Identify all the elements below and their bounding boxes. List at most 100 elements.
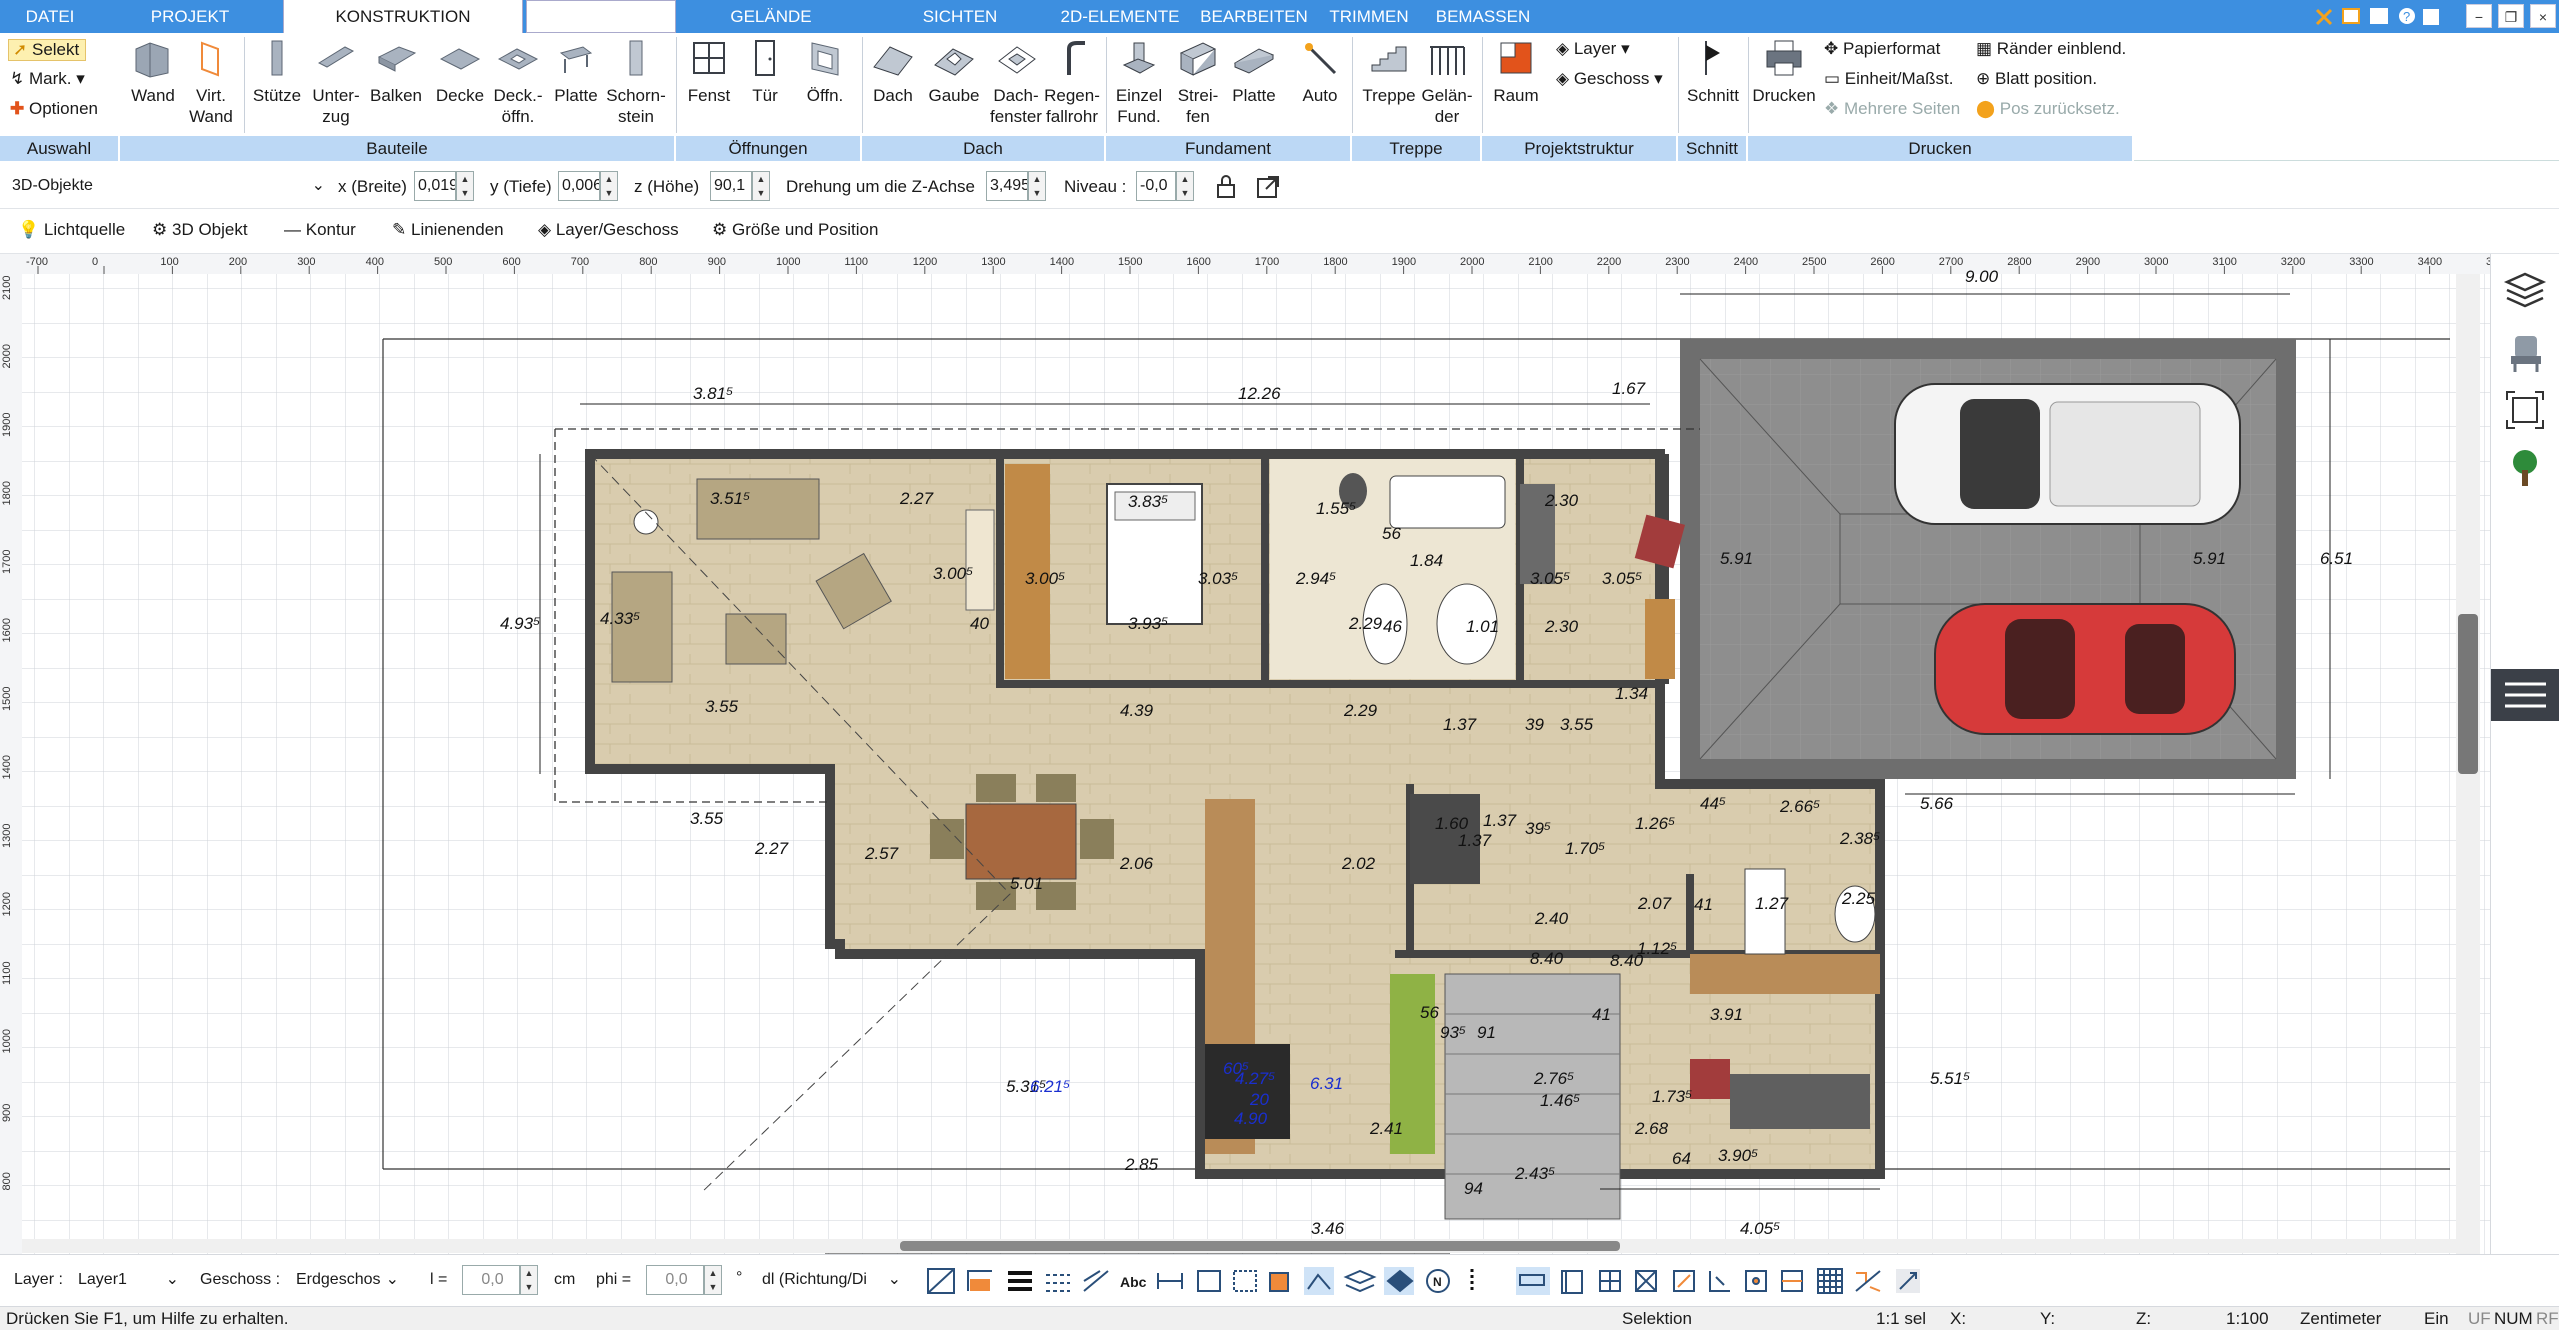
fenster-button[interactable]: Fenst	[684, 37, 734, 106]
blatt-position-button[interactable]: ⊕ Blatt position.	[1976, 69, 2097, 89]
layer-select[interactable]: Layer1 ⌄	[74, 1265, 184, 1295]
drucken-button[interactable]: Drucken	[1752, 37, 1816, 106]
deckoeffn-button[interactable]: Deck.- öffn.	[490, 37, 546, 127]
small-close-button[interactable]: ×	[2530, 4, 2556, 28]
einheit-button[interactable]: ▭ Einheit/Maßst.	[1824, 69, 1953, 89]
raender-button[interactable]: ▦ Ränder einblend.	[1976, 39, 2126, 59]
regenfallrohr-button[interactable]: Regen-fallrohr	[1040, 37, 1104, 127]
oeffnung-button[interactable]: Öffn.	[798, 37, 852, 106]
object-type-select[interactable]: 3D-Objekte ⌄	[8, 171, 330, 201]
vertical-scroll-thumb[interactable]	[2458, 614, 2478, 774]
tab-datei[interactable]: DATEI	[0, 0, 100, 33]
tab-trimmen[interactable]: TRIMMEN	[1324, 0, 1414, 33]
snap-corner-icon[interactable]	[1781, 1270, 1803, 1292]
niveau-spinner[interactable]: ▲ ▼	[1176, 171, 1194, 201]
folder-icon[interactable]	[2342, 8, 2360, 24]
length-input[interactable]: 0,0	[462, 1265, 520, 1295]
unterzug-button[interactable]: Unter-zug	[308, 37, 364, 127]
z-input[interactable]: 90,1	[710, 171, 752, 201]
gelaender-button[interactable]: Gelän-der	[1418, 37, 1476, 127]
tree-icon[interactable]	[2513, 450, 2537, 486]
dachfenster-button[interactable]: Dach-fenster	[986, 37, 1046, 127]
schornstein-button[interactable]: Schorn-stein	[604, 37, 668, 127]
trim-icon[interactable]	[1855, 1270, 1881, 1292]
z-spinner[interactable]: ▲ ▼	[752, 171, 770, 201]
extend-icon[interactable]	[1896, 1269, 1920, 1293]
small-minimize-button[interactable]: −	[2466, 4, 2492, 28]
drawing-canvas[interactable]: -700 0 100 200 300 400 500 600 700 800 900 1000 1100…	[0, 254, 2490, 1254]
length-spinner[interactable]: ▲ ▼	[520, 1265, 538, 1295]
tab-sichten[interactable]: SICHTEN	[900, 0, 1020, 33]
linienenden-button[interactable]: ✎ Linienenden	[392, 220, 504, 240]
terrain-icon[interactable]	[1304, 1267, 1334, 1295]
dach-button[interactable]: Dach	[866, 37, 920, 106]
x-spinner[interactable]: ▲ ▼	[456, 171, 474, 201]
line-weight-icon[interactable]	[1008, 1271, 1032, 1291]
rotation-spinner[interactable]: ▲ ▼	[1028, 171, 1046, 201]
y-input[interactable]: 0,006	[558, 171, 600, 201]
schnitt-button[interactable]: Schnitt	[1682, 37, 1744, 106]
balken-button[interactable]: Balken	[368, 37, 424, 106]
tab-bemassen[interactable]: BEMASSEN	[1428, 0, 1538, 33]
geschoss-button[interactable]: ◈ Geschoss ▾	[1556, 69, 1663, 89]
phi-input[interactable]: 0,0	[646, 1265, 704, 1295]
layers-icon[interactable]	[2503, 272, 2547, 308]
user-icon[interactable]	[2423, 9, 2439, 25]
tab-konstruktion[interactable]: KONSTRUKTION	[283, 0, 523, 33]
3d-box-icon[interactable]	[1269, 1272, 1289, 1292]
snap-grid-icon[interactable]	[1635, 1270, 1657, 1292]
floor-plan[interactable]: -700 0 100 200 300 400 500 600 700 800 900 1000 1100…	[0, 254, 2490, 1254]
plane-icon[interactable]	[1384, 1267, 1414, 1295]
platte-button[interactable]: Platte	[548, 37, 604, 106]
kontur-button[interactable]: — Kontur	[284, 220, 356, 240]
wand-button[interactable]: Wand	[130, 37, 176, 106]
niveau-input[interactable]: -0,0	[1136, 171, 1176, 201]
phi-spinner[interactable]: ▲ ▼	[704, 1265, 722, 1295]
angle-icon[interactable]	[1709, 1271, 1730, 1292]
mark-button[interactable]: ↯ Mark. ▾	[10, 69, 85, 89]
raster-icon[interactable]	[1817, 1268, 1843, 1294]
hatch-icon[interactable]	[1083, 1270, 1109, 1292]
north-icon[interactable]: N	[1426, 1269, 1450, 1293]
snap-ortho-icon[interactable]	[967, 1270, 992, 1291]
fundament-platte-button[interactable]: Platte	[1226, 37, 1282, 106]
horizontal-scroll-thumb[interactable]	[900, 1241, 1620, 1251]
snap-wall-icon[interactable]	[927, 1268, 955, 1294]
einzelfundament-button[interactable]: Einzel Fund.	[1110, 37, 1168, 127]
virt-wand-button[interactable]: Virt. Wand	[186, 37, 236, 127]
layers-multi-icon[interactable]	[1343, 1269, 1377, 1293]
layer-geschoss-button[interactable]: ◈ Layer/Geschoss	[538, 220, 679, 240]
papierformat-button[interactable]: ✥ Papierformat	[1824, 39, 1940, 59]
x-input[interactable]: 0,019	[414, 171, 456, 201]
snap-point-icon[interactable]	[1745, 1270, 1767, 1292]
camera-view-icon[interactable]	[2506, 391, 2544, 429]
frame-icon[interactable]	[1197, 1270, 1221, 1292]
small-restore-button[interactable]: ❐	[2498, 4, 2524, 28]
text-abc-icon[interactable]: Abc	[1120, 1274, 1147, 1290]
window-icon[interactable]	[2370, 8, 2388, 24]
gaube-button[interactable]: Gaube	[924, 37, 984, 106]
tab-bearbeiten[interactable]: BEARBEITEN	[1196, 0, 1312, 33]
3d-objekt-button[interactable]: ⚙ 3D Objekt	[152, 220, 248, 240]
rotation-input[interactable]: 3,495	[986, 171, 1028, 201]
geschoss-select[interactable]: Erdgeschos ⌄	[292, 1265, 404, 1295]
measure-icon[interactable]	[1673, 1270, 1695, 1292]
lichtquelle-button[interactable]: 💡 Lichtquelle	[18, 220, 125, 240]
external-link-icon[interactable]	[1254, 173, 1282, 201]
y-spinner[interactable]: ▲ ▼	[600, 171, 618, 201]
tools-icon[interactable]	[2315, 8, 2333, 26]
grid-view-icon[interactable]	[1599, 1270, 1621, 1292]
raum-button[interactable]: Raum	[1488, 37, 1544, 106]
window-view-icon[interactable]	[1561, 1270, 1583, 1294]
decke-button[interactable]: Decke	[432, 37, 488, 106]
stuetze-button[interactable]: Stütze	[250, 37, 304, 106]
direction-select[interactable]: dl (Richtung/Di ⌄	[758, 1265, 906, 1295]
tab-projekt[interactable]: PROJEKT	[100, 0, 280, 33]
auto-button[interactable]: Auto	[1294, 37, 1346, 106]
treppe-button[interactable]: Treppe	[1360, 37, 1418, 106]
chair-icon[interactable]	[2511, 336, 2541, 372]
groesse-position-button[interactable]: ⚙ Größe und Position	[712, 220, 878, 240]
lock-level-icon[interactable]	[1212, 173, 1240, 201]
tab-2d-elemente[interactable]: 2D-ELEMENTE	[1050, 0, 1190, 33]
tab-blank[interactable]	[526, 0, 676, 33]
